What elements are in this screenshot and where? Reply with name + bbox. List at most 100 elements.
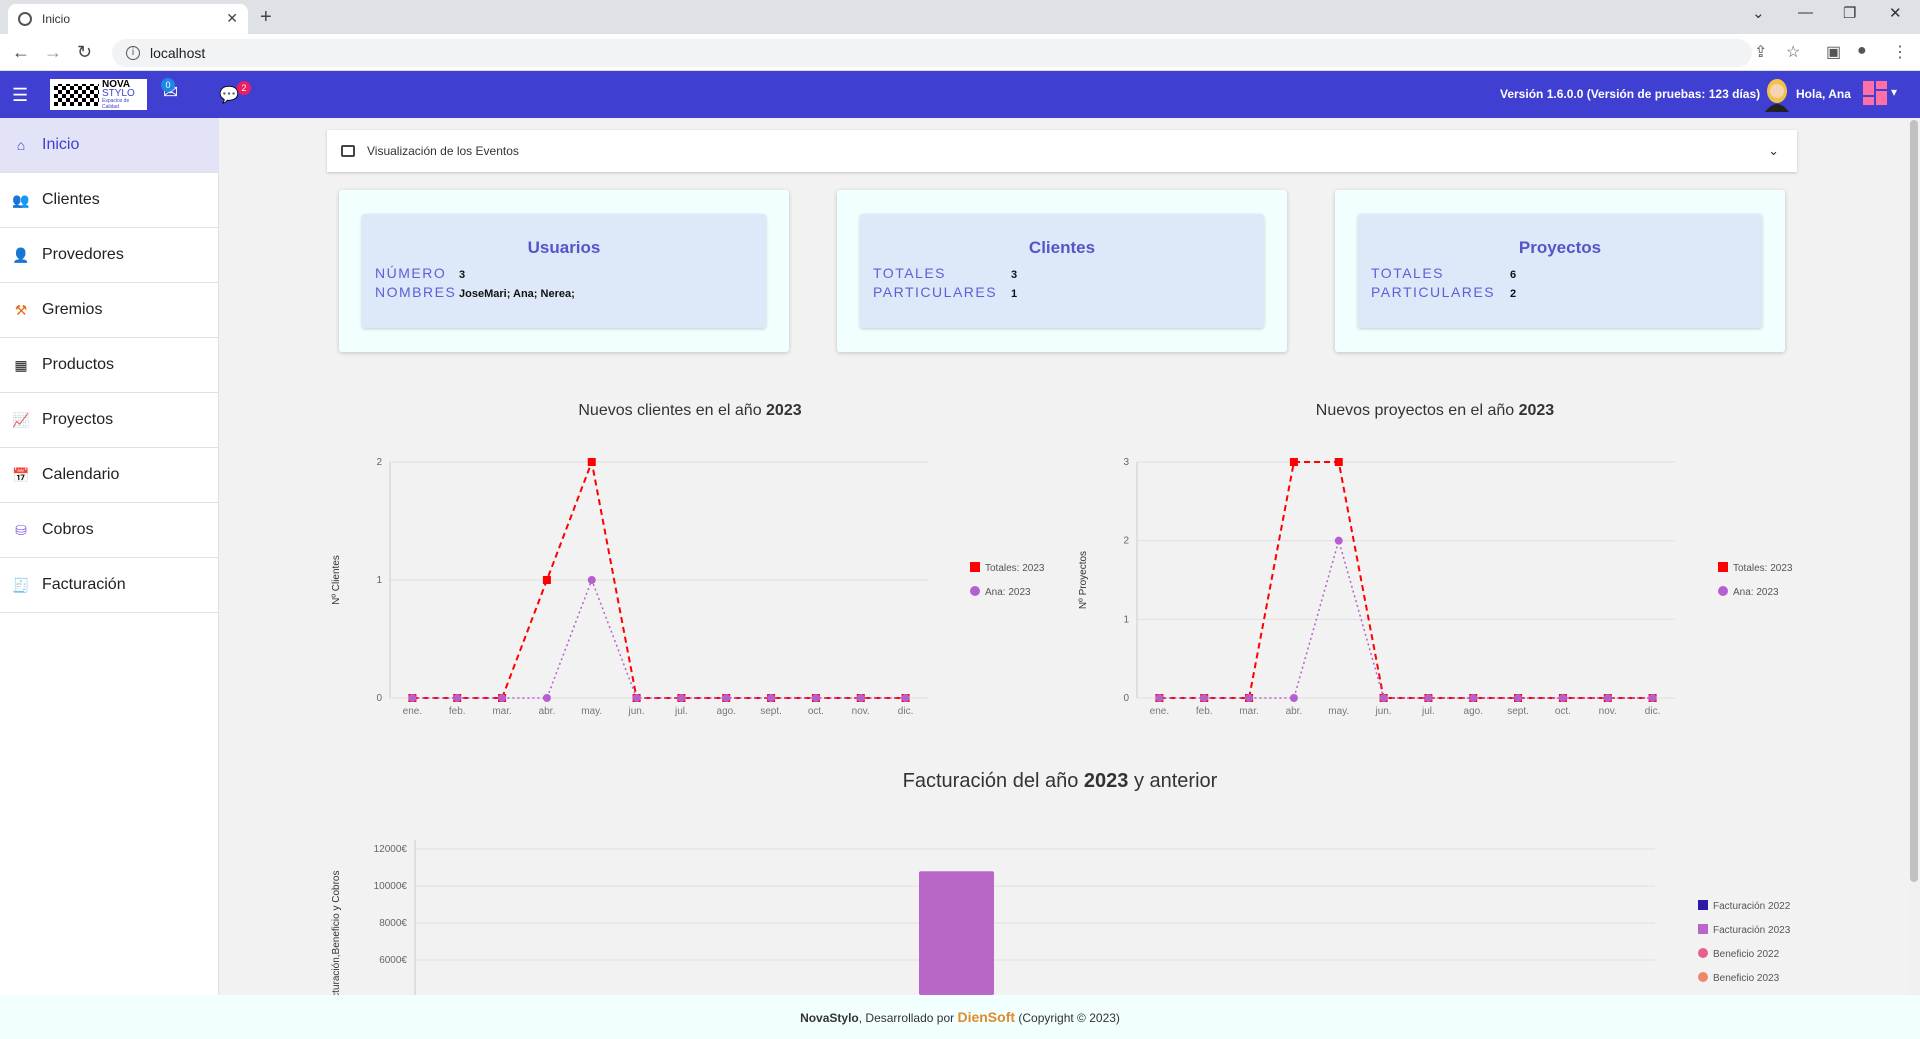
minimize-icon[interactable]: —: [1798, 4, 1813, 21]
home-icon: ⌂: [16, 137, 26, 153]
y-axis-label: Nº Proyectos: [1078, 551, 1089, 609]
clients-icon: 👥: [12, 191, 30, 208]
x-tick-label: nov.: [852, 706, 870, 717]
logo-pattern: [54, 83, 99, 106]
data-point: [1648, 694, 1657, 702]
sidebar-item-inicio[interactable]: ⌂ Inicio: [0, 118, 219, 173]
sidebar-item-provedores[interactable]: 👤 Provedores: [0, 228, 219, 283]
legend-marker: [1718, 586, 1728, 596]
data-point: [1469, 694, 1478, 702]
data-point: [498, 694, 507, 702]
x-tick-label: nov.: [1599, 706, 1617, 717]
sidebar-item-proyectos[interactable]: 📈 Proyectos: [0, 393, 219, 448]
new-tab-icon[interactable]: +: [260, 6, 272, 29]
x-tick-label: abr.: [539, 706, 556, 717]
chat-button[interactable]: 💬 2: [219, 81, 251, 105]
products-icon: ▦: [14, 356, 28, 373]
bookmark-star-icon[interactable]: ☆: [1786, 42, 1800, 62]
x-tick-label: sept.: [760, 706, 782, 717]
usuarios-card: Usuarios NÚMERO 3 NOMBRES JoseMari; Ana;…: [339, 190, 789, 352]
browser-tab[interactable]: Inicio ✕: [8, 4, 248, 34]
logo-line2: STYLO: [101, 87, 135, 99]
sidebar-item-productos[interactable]: ▦ Productos: [0, 338, 219, 393]
data-point: [1424, 694, 1433, 702]
data-point: [542, 576, 551, 584]
user-avatar[interactable]: [1762, 78, 1792, 112]
chevron-down-icon[interactable]: ⌄: [1768, 143, 1779, 159]
x-tick-label: dic.: [898, 706, 914, 717]
series-line: [412, 577, 906, 699]
events-panel-header[interactable]: Visualización de los Eventos ⌄: [327, 130, 1797, 172]
sidebar-item-cobros[interactable]: ⛁ Cobros: [0, 503, 219, 558]
x-tick-label: jul.: [674, 706, 688, 717]
clients-line-chart: 0 1 2 ene. feb. mar. abr. may. jun. jul. ago. sept.…: [331, 457, 1045, 717]
y-tick-label: 1: [1123, 614, 1129, 625]
y-tick-label: 6000€: [379, 955, 407, 966]
sidebar-item-label: Productos: [42, 356, 115, 373]
x-tick-label: jun.: [628, 706, 645, 717]
apps-grid-icon[interactable]: [1863, 81, 1887, 105]
data-point: [811, 694, 820, 702]
data-point: [677, 694, 686, 702]
close-tab-icon[interactable]: ✕: [226, 10, 238, 27]
data-point: [587, 458, 596, 466]
card-row-label: NÚMERO: [375, 265, 447, 281]
footer-company-link[interactable]: DienSoft: [957, 1009, 1015, 1025]
restore-icon[interactable]: ❐: [1843, 4, 1856, 22]
reload-icon[interactable]: ↻: [77, 42, 92, 63]
mail-button[interactable]: ✉ 0: [161, 78, 178, 103]
y-tick-label: 1: [376, 575, 382, 586]
menu-icon[interactable]: ☰: [12, 85, 28, 106]
x-tick-label: ene.: [403, 706, 422, 717]
sidebar-item-clientes[interactable]: 👥 Clientes: [0, 173, 219, 228]
side-panel-icon[interactable]: ▣: [1826, 42, 1841, 62]
events-panel-label: Visualización de los Eventos: [367, 144, 519, 158]
app-logo[interactable]: NOVA STYLO Espacios de Calidad: [50, 79, 147, 110]
projects-icon: 📈: [12, 411, 30, 428]
data-point: [632, 694, 641, 702]
guilds-icon: ⚒: [14, 301, 28, 318]
y-tick-label: 2: [376, 457, 382, 468]
tab-title: Inicio: [42, 12, 71, 26]
chevron-down-icon[interactable]: ▾: [1891, 85, 1897, 99]
info-icon[interactable]: i: [126, 46, 140, 60]
url-text: localhost: [150, 45, 206, 61]
browser-menu-icon[interactable]: ⋮: [1892, 42, 1908, 62]
close-window-icon[interactable]: ✕: [1889, 4, 1902, 22]
back-icon[interactable]: ←: [12, 42, 30, 63]
legend-label: Totales: 2023: [1733, 563, 1793, 574]
billing-chart-title: Facturación del año 2023 y anterior: [902, 770, 1218, 792]
x-tick-label: sept.: [1507, 706, 1529, 717]
globe-icon: [18, 12, 32, 26]
payments-icon: ⛁: [15, 521, 27, 538]
sidebar-item-label: Proyectos: [42, 411, 114, 428]
sidebar-item-label: Provedores: [42, 246, 124, 263]
sidebar-item-gremios[interactable]: ⚒ Gremios: [0, 283, 219, 338]
main-scrollbar[interactable]: [1908, 118, 1920, 995]
share-icon[interactable]: ⇪: [1754, 42, 1767, 62]
data-point: [901, 694, 910, 702]
x-tick-label: may.: [1328, 706, 1349, 717]
legend-marker: [1698, 948, 1708, 958]
card-row-label: PARTICULARES: [1371, 284, 1496, 300]
sidebar-item-calendario[interactable]: 📅 Calendario: [0, 448, 219, 503]
address-bar: ← → ↻ i localhost ⇪ ☆ ▣ ● ⋮: [0, 34, 1920, 71]
sidebar-item-facturacion[interactable]: 🧾 Facturación: [0, 558, 219, 613]
card-row-value: 3: [1011, 269, 1018, 281]
legend-label: Facturación 2022: [1713, 901, 1791, 912]
data-point: [453, 694, 462, 702]
tab-search-icon[interactable]: ⌄: [1752, 4, 1765, 22]
sidebar-item-label: Gremios: [42, 301, 103, 318]
x-tick-label: ago.: [1464, 706, 1483, 717]
scrollbar-thumb[interactable]: [1910, 120, 1918, 882]
profile-icon[interactable]: ●: [1857, 42, 1867, 60]
chat-icon: 💬: [219, 87, 239, 104]
url-input[interactable]: i localhost: [112, 39, 1752, 67]
data-point: [1379, 694, 1388, 702]
card-row-label: NOMBRES: [375, 284, 457, 300]
x-tick-label: ago.: [717, 706, 736, 717]
data-point: [767, 694, 776, 702]
forward-icon[interactable]: →: [44, 42, 62, 63]
suppliers-icon: 👤: [12, 246, 30, 263]
x-tick-label: feb.: [449, 706, 466, 717]
